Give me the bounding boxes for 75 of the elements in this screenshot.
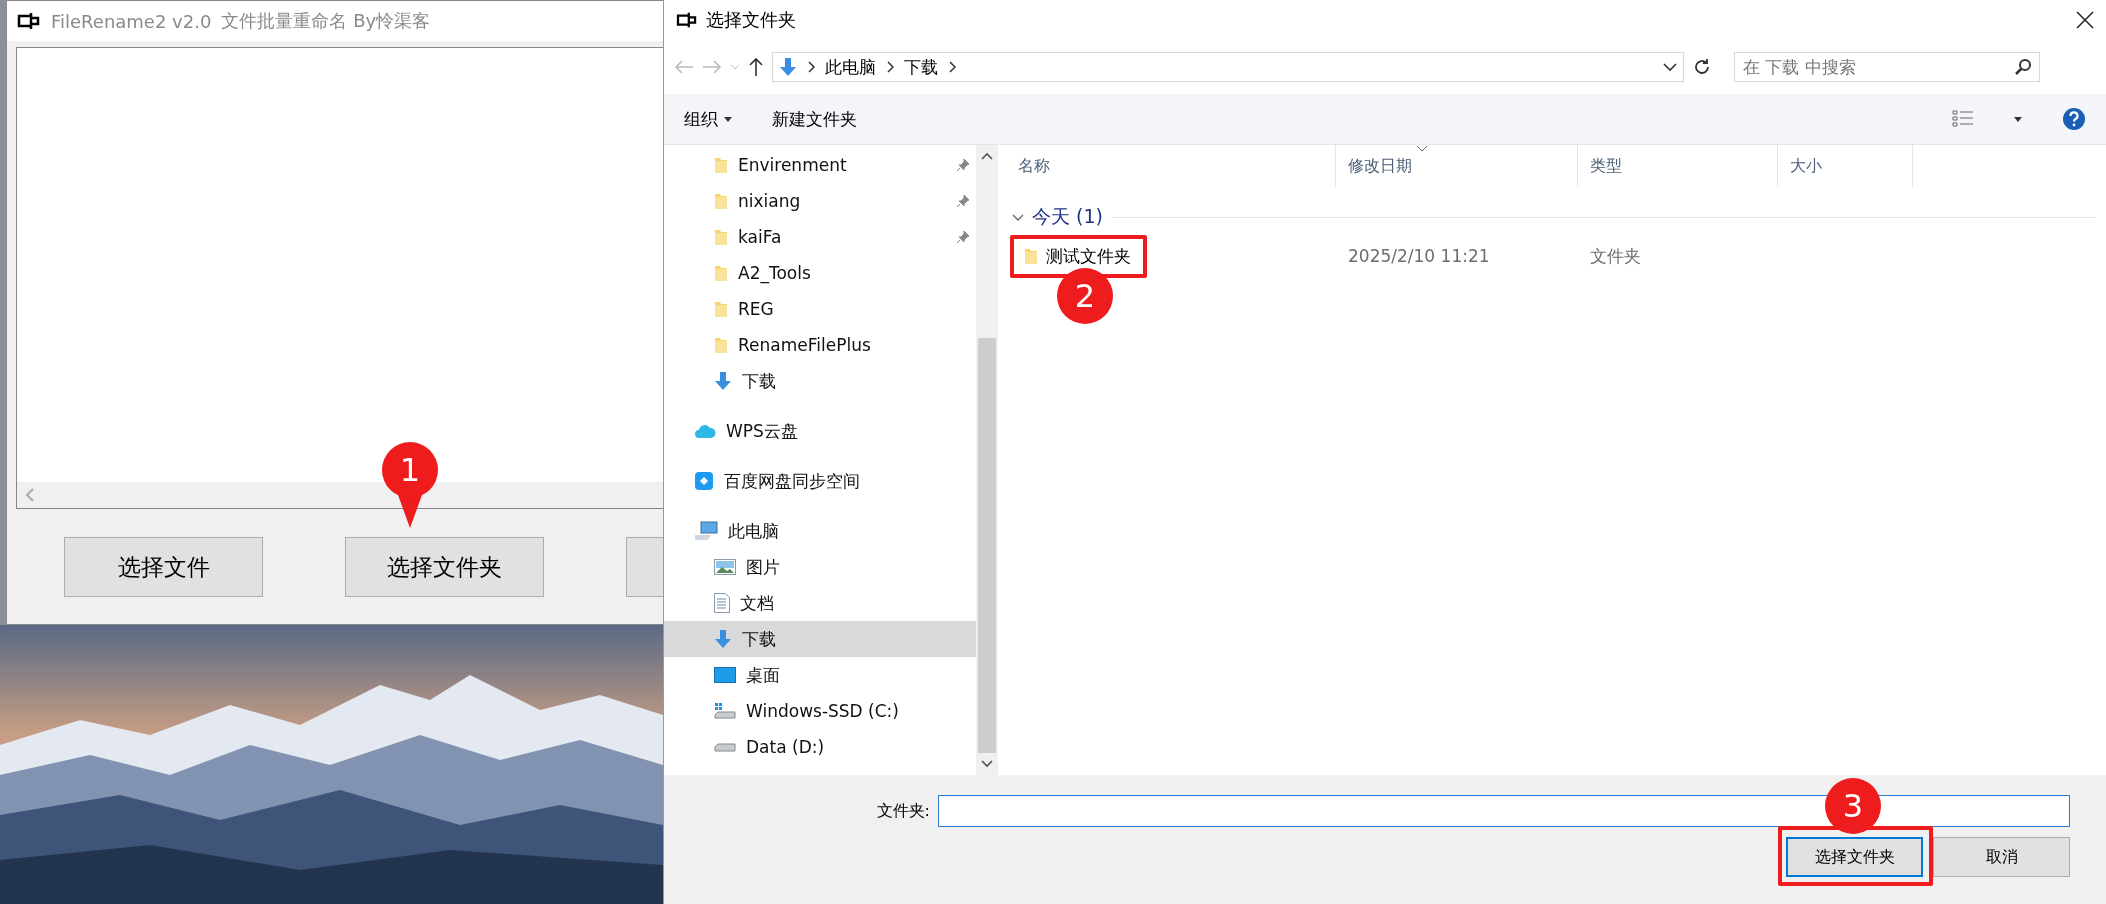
chevron-right-icon [807,61,815,73]
group-header[interactable]: 今天 (1) [1032,204,1103,230]
app-subtitle: 文件批量重命名 By怜渠客 [221,9,431,33]
nav-item[interactable]: RenameFilePlus [664,327,976,363]
nav-item[interactable]: WPS云盘 [664,413,976,449]
windows-drive-icon [714,702,736,720]
column-header[interactable]: 名称 [1018,155,1050,177]
folder-icon [714,156,728,174]
desktop-icon [714,667,736,683]
download-arrow-icon [779,57,797,77]
sync-app-icon [694,471,714,491]
nav-item[interactable]: 桌面 [664,657,976,693]
nav-item[interactable]: 百度网盘同步空间 [664,463,976,499]
numbered-marker: 3 [1823,776,1883,836]
nav-item[interactable]: 此电脑 [664,513,976,549]
download-arrow-icon [714,629,732,649]
modified-date: 2025/2/10 11:21 [1347,246,1491,266]
field-label: 文件夹: [876,800,930,822]
app-title: FileRename2 v2.0 [51,10,212,32]
nav-item[interactable]: Envirenment [664,147,976,183]
folder-icon [714,336,728,354]
address-bar[interactable]: 此电脑 下载 [772,52,1684,82]
nav-item[interactable]: kaiFa [664,219,976,255]
cloud-icon [694,423,716,439]
scrollbar[interactable] [976,145,998,775]
dialog-title: 选择文件夹 [706,8,796,32]
folder-icon [714,228,728,246]
nav-item[interactable]: 图片 [664,549,976,585]
folder-icon [1024,247,1038,265]
column-header[interactable]: 大小 [1790,155,1822,177]
file-type: 文件夹 [1589,244,1642,268]
nav-item[interactable]: 文档 [664,585,976,621]
folder-icon [714,192,728,210]
nav-item[interactable]: A2_Tools [664,255,976,291]
download-arrow-icon [714,371,732,391]
folder-field[interactable] [938,795,2070,827]
view-options-icon[interactable] [1952,109,1974,129]
file-name[interactable]: 测试文件夹 [1046,244,1131,268]
nav-item[interactable]: Data (D:) [664,729,976,765]
dialog-button[interactable]: 选择文件夹 [1786,837,1923,877]
pictures-icon [714,559,736,575]
refresh-icon[interactable] [1692,57,1712,77]
search-field[interactable]: 在 下载 中搜索 [1734,52,2040,82]
sort-caret-icon [1416,145,1428,152]
close-icon[interactable] [2076,11,2094,29]
nav-item[interactable]: REG [664,291,976,327]
help-icon[interactable] [2062,107,2086,131]
nav-item[interactable]: 下载 [664,621,976,657]
breadcrumb[interactable]: 下载 [904,55,938,79]
caret-icon [724,116,732,122]
organize-menu[interactable]: 组织 [684,107,732,131]
app-icon [676,11,698,29]
caret-icon[interactable] [2014,116,2022,122]
computer-icon [694,521,718,541]
chevron-right-icon [886,61,894,73]
breadcrumb[interactable]: 此电脑 [825,55,876,79]
document-icon [714,593,730,613]
nav-item[interactable]: 下载 [664,363,976,399]
search-icon[interactable] [2014,58,2032,76]
column-header[interactable]: 类型 [1590,155,1622,177]
app-icon [17,11,41,31]
dialog-button[interactable]: 取消 [1933,837,2070,877]
nav-item[interactable]: Windows-SSD (C:) [664,693,976,729]
drive-icon [714,741,736,753]
nav-item[interactable]: nixiang [664,183,976,219]
chevron-down-icon[interactable] [1663,62,1677,72]
app-button[interactable]: 选择文件夹 [345,537,544,597]
chevron-right-icon [948,61,956,73]
column-header[interactable]: 修改日期 [1348,155,1412,177]
up-arrow-icon[interactable] [748,57,764,77]
new-folder-button[interactable]: 新建文件夹 [772,107,857,131]
app-button[interactable]: 选择文件 [64,537,263,597]
numbered-marker: 2 [1055,266,1115,326]
folder-icon [714,264,728,282]
folder-icon [714,300,728,318]
